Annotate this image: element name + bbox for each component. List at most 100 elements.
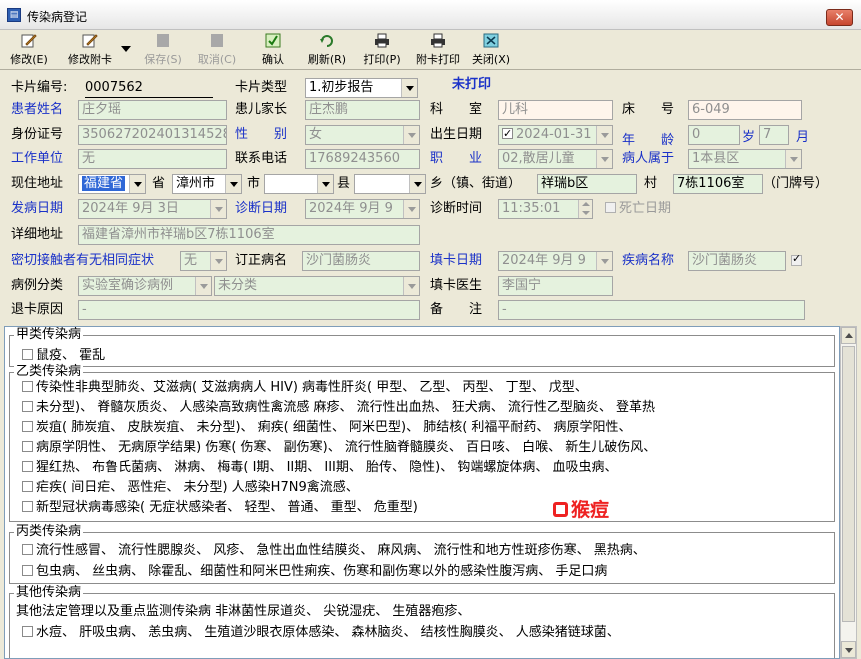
age-years-unit: 岁 — [742, 130, 756, 145]
age-label: 年 龄 — [622, 133, 675, 148]
town-select[interactable] — [354, 174, 426, 194]
card-type-select[interactable]: 1.初步报告 — [305, 78, 418, 98]
diag-date-picker[interactable]: 2024年 9月 9 — [305, 199, 420, 219]
bed-field[interactable]: 6-049 — [688, 100, 802, 120]
scroll-down-icon[interactable] — [841, 641, 856, 658]
fill-date-label: 填卡日期 — [430, 253, 483, 268]
onset-label: 发病日期 — [11, 201, 64, 216]
onset-date-picker[interactable]: 2024年 9月 3日 — [78, 199, 227, 219]
county-unit: 县 — [337, 176, 351, 191]
chevron-down-icon — [195, 277, 211, 295]
reject-field[interactable]: - — [78, 300, 420, 320]
death-date-checkbox[interactable] — [605, 202, 616, 213]
contact-select[interactable]: 无 — [180, 251, 227, 271]
id-field[interactable]: 350627202401314528 — [78, 125, 227, 145]
class-a-line: 鼠疫、 霍乱 — [20, 346, 105, 365]
dept-label: 科 室 — [430, 102, 483, 117]
checkbox[interactable] — [22, 421, 33, 432]
class-a-title: 甲类传染病 — [14, 327, 84, 343]
fill-date-picker[interactable]: 2024年 9月 9 — [498, 251, 613, 271]
patient-name-field[interactable]: 庄夕瑶 — [78, 100, 227, 120]
reject-label: 退卡原因 — [11, 302, 64, 317]
edit-attachment-icon — [82, 34, 98, 48]
disease-checkbox[interactable] — [791, 252, 802, 266]
belong-label: 病人属于 — [622, 151, 675, 166]
confirm-icon — [265, 33, 281, 48]
contact-label: 密切接触者有无相同症状 — [11, 253, 155, 268]
monkeypox-stamp[interactable]: 猴痘 — [553, 498, 609, 522]
chevron-down-icon — [403, 277, 419, 295]
checkbox[interactable] — [22, 544, 33, 555]
age-years-field[interactable]: 0 — [688, 125, 740, 145]
edit-button[interactable]: 修改(E) — [8, 33, 50, 67]
diag-time-spinner[interactable]: 11:35:01 — [498, 199, 593, 219]
doctor-field[interactable]: 李国宁 — [498, 276, 613, 296]
refresh-icon — [320, 35, 333, 47]
town-field[interactable]: 祥瑞b区 — [537, 174, 637, 194]
dept-field[interactable]: 儿科 — [498, 100, 613, 120]
confirm-button[interactable]: 确认 — [256, 33, 290, 67]
chevron-down-icon — [401, 79, 417, 97]
save-button[interactable]: 保存(S) — [141, 33, 185, 67]
checkbox[interactable] — [22, 381, 33, 392]
class-c-line: 包虫病、 丝虫病、 除霍乱、细菌性和阿米巴性痢疾、伤寒和副伤寒以外的感染性腹泻病… — [20, 562, 607, 581]
checkbox[interactable] — [22, 626, 33, 637]
work-field[interactable]: 无 — [78, 149, 227, 169]
chevron-down-icon — [596, 150, 612, 168]
print-button[interactable]: 打印(P) — [361, 33, 403, 67]
checkbox[interactable] — [22, 501, 33, 512]
city-unit: 市 — [247, 176, 261, 191]
edit-icon — [21, 34, 37, 48]
revised-field[interactable]: 沙门菌肠炎 — [302, 251, 420, 271]
remark-field[interactable]: - — [498, 300, 805, 320]
class-b-line: 炭疽( 肺炭疽、 皮肤炭疽、 未分型)、 痢疾( 细菌性、 阿米巴型)、 肺结核… — [20, 418, 632, 437]
attachment-print-button[interactable]: 附卡打印 — [412, 33, 464, 67]
edit-attachment-dropdown[interactable] — [121, 42, 131, 52]
birth-date-field[interactable]: 2024-01-31 — [498, 125, 613, 145]
detail-addr-field[interactable]: 福建省漳州市祥瑞b区7栋1106室 — [78, 225, 420, 245]
phone-field[interactable]: 17689243560 — [305, 149, 420, 169]
chevron-down-icon — [129, 175, 145, 193]
gender-select[interactable]: 女 — [305, 125, 420, 145]
house-unit: （门牌号） — [763, 176, 829, 191]
province-select[interactable]: 福建省 — [78, 174, 146, 194]
window-close-button[interactable]: ✕ — [826, 9, 853, 26]
class-c-line: 流行性感冒、 流行性腮腺炎、 风疹、 急性出血性结膜炎、 麻风病、 流行性和地方… — [20, 541, 646, 560]
house-field[interactable]: 7栋1106室 — [673, 174, 763, 194]
printer-icon — [375, 33, 389, 48]
case-sub-select[interactable]: 未分类 — [214, 276, 420, 296]
birth-label: 出生日期 — [430, 127, 483, 142]
belong-select[interactable]: 1本县区 — [688, 149, 802, 169]
edit-attachment-button[interactable]: 修改附卡 — [62, 33, 118, 67]
doctor-label: 填卡医生 — [430, 278, 483, 293]
close-button[interactable]: 关闭(X) — [469, 33, 513, 67]
checkbox[interactable] — [22, 565, 33, 576]
case-class-select[interactable]: 实验室确诊病例 — [78, 276, 212, 296]
city-select[interactable]: 漳州市 — [172, 174, 242, 194]
disease-field[interactable]: 沙门菌肠炎 — [688, 251, 786, 271]
refresh-button[interactable]: 刷新(R) — [306, 33, 348, 67]
chevron-down-icon — [121, 46, 131, 52]
vertical-scrollbar[interactable] — [840, 326, 857, 659]
work-label: 工作单位 — [11, 151, 64, 166]
checkbox[interactable] — [22, 349, 33, 360]
death-date-control[interactable]: 死亡日期 — [603, 199, 671, 219]
class-c-group: 丙类传染病 流行性感冒、 流行性腮腺炎、 风疹、 急性出血性结膜炎、 麻风病、 … — [9, 524, 835, 584]
chevron-down-icon — [403, 200, 419, 218]
birth-date-checkbox[interactable] — [502, 126, 513, 143]
scroll-thumb[interactable] — [842, 346, 855, 622]
checkbox[interactable] — [22, 481, 33, 492]
toolbar: 修改(E) 修改附卡 保存(S) 取消(C) 确认 刷新(R) 打印(P) 附卡… — [0, 30, 861, 70]
checkbox[interactable] — [22, 441, 33, 452]
checkbox[interactable] — [22, 401, 33, 412]
town-unit: 乡（镇、街道） — [430, 176, 522, 191]
checkbox[interactable] — [22, 461, 33, 472]
scroll-up-icon[interactable] — [841, 327, 856, 344]
cancel-button[interactable]: 取消(C) — [195, 33, 239, 67]
chevron-down-icon — [317, 175, 333, 193]
job-select[interactable]: 02,散居儿童 — [498, 149, 613, 169]
age-months-field[interactable]: 7 — [759, 125, 789, 145]
guardian-field[interactable]: 庄杰鹏 — [305, 100, 420, 120]
stamp-square-icon — [553, 502, 568, 517]
county-select[interactable] — [264, 174, 334, 194]
